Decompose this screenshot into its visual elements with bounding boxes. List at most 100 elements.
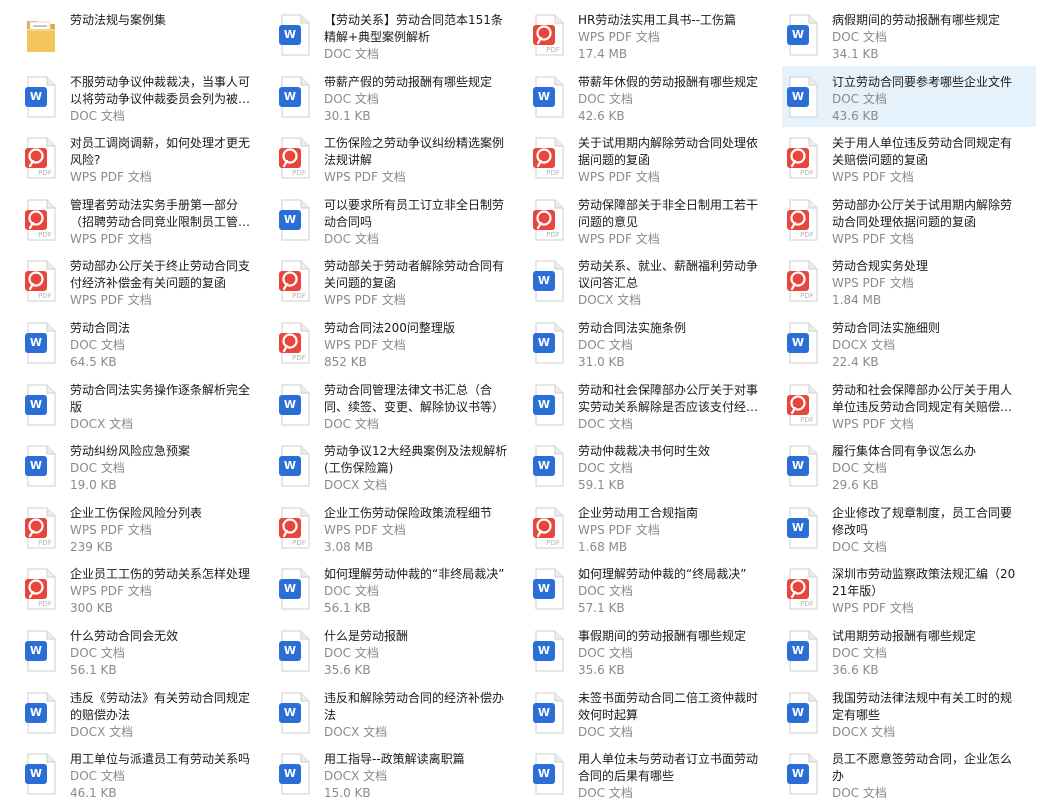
file-type: DOC 文档 — [578, 584, 633, 599]
file-item-12[interactable]: PDF 管理者劳动法实务手册第一部分（招聘劳动合同竞业限制员工管理… WPS P… — [20, 189, 274, 251]
file-item-11[interactable]: PDF 关于用人单位违反劳动合同规定有关赔偿问题的复函 WPS PDF 文档 — [782, 127, 1036, 189]
word-doc-icon: W — [786, 444, 820, 488]
file-type: WPS PDF 文档 — [832, 276, 914, 291]
file-item-48[interactable]: W 用工单位与派遣员工有劳动关系吗 DOC 文档 46.1 KB — [20, 743, 274, 805]
file-item-32[interactable]: PDF 企业工伤保险风险分列表 WPS PDF 文档 239 KB — [20, 497, 274, 559]
file-item-17[interactable]: PDF 劳动部关于劳动者解除劳动合同有关问题的复函 WPS PDF 文档 — [274, 250, 528, 312]
file-item-44[interactable]: W 违反《劳动法》有关劳动合同规定的赔偿办法 DOCX 文档 — [20, 682, 274, 744]
file-item-19[interactable]: PDF 劳动合规实务处理 WPS PDF 文档 1.84 MB — [782, 250, 1036, 312]
word-doc-icon: W — [24, 444, 58, 488]
file-item-39[interactable]: PDF 深圳市劳动监察政策法规汇编（2021年版） WPS PDF 文档 — [782, 558, 1036, 620]
word-doc-icon: W — [532, 629, 566, 673]
file-item-43[interactable]: W 试用期劳动报酬有哪些规定 DOC 文档 36.6 KB — [782, 620, 1036, 682]
file-type: WPS PDF 文档 — [324, 293, 406, 308]
svg-text:W: W — [792, 336, 804, 349]
file-item-1[interactable]: W 【劳动关系】劳动合同范本151条精解+典型案例解析 DOC 文档 — [274, 4, 528, 66]
file-item-30[interactable]: W 劳动仲裁裁决书何时生效 DOC 文档 59.1 KB — [528, 435, 782, 497]
file-name: 什么是劳动报酬 — [324, 628, 409, 643]
file-type: DOC 文档 — [324, 231, 379, 246]
svg-text:W: W — [284, 706, 296, 719]
file-item-31[interactable]: W 履行集体合同有争议怎么办 DOC 文档 29.6 KB — [782, 435, 1036, 497]
file-item-28[interactable]: W 劳动纠纷风险应急预案 DOC 文档 19.0 KB — [20, 435, 274, 497]
file-name: 劳动和社会保障部办公厅关于对事实劳动关系解除是否应该支付经济… — [578, 382, 759, 414]
file-name: 劳动部关于劳动者解除劳动合同有关问题的复函 — [324, 259, 505, 291]
file-size: 42.6 KB — [578, 108, 625, 123]
svg-text:W: W — [284, 644, 296, 657]
file-item-24[interactable]: W 劳动合同法实务操作逐条解析完全版 DOCX 文档 — [20, 374, 274, 436]
file-item-42[interactable]: W 事假期间的劳动报酬有哪些规定 DOC 文档 35.6 KB — [528, 620, 782, 682]
file-item-49[interactable]: W 用工指导--政策解读离职篇 DOCX 文档 15.0 KB — [274, 743, 528, 805]
word-doc-icon: W — [532, 321, 566, 365]
file-item-51[interactable]: W 员工不愿意签劳动合同，企业怎么办 DOC 文档 — [782, 743, 1036, 805]
file-item-46[interactable]: W 未签书面劳动合同二倍工资仲裁时效何时起算 DOC 文档 — [528, 682, 782, 744]
file-name: 劳动部办公厅关于终止劳动合同支付经济补偿金有关问题的复函 — [70, 259, 251, 291]
file-item-47[interactable]: W 我国劳动法律法规中有关工时的规定有哪些 DOCX 文档 — [782, 682, 1036, 744]
file-name: 什么劳动合同会无效 — [70, 628, 179, 643]
file-item-38[interactable]: W 如何理解劳动仲裁的“终局裁决” DOC 文档 57.1 KB — [528, 558, 782, 620]
svg-text:PDF: PDF — [38, 292, 52, 300]
file-item-18[interactable]: W 劳动关系、就业、薪酬福利劳动争议问答汇总 DOCX 文档 — [528, 250, 782, 312]
file-name: 带薪产假的劳动报酬有哪些规定 — [324, 74, 493, 89]
file-name: 劳动和社会保障部办公厅关于用人单位违反劳动合同规定有关赔偿… — [832, 382, 1013, 414]
pdf-icon: PDF — [532, 506, 566, 550]
pdf-icon: PDF — [786, 567, 820, 611]
file-item-13[interactable]: W 可以要求所有员工订立非全日制劳动合同吗 DOC 文档 — [274, 189, 528, 251]
file-item-0[interactable]: 劳动法规与案例集 — [20, 4, 274, 66]
file-item-8[interactable]: PDF 对员工调岗调薪，如何处理才更无风险? WPS PDF 文档 — [20, 127, 274, 189]
file-name: 未签书面劳动合同二倍工资仲裁时效何时起算 — [578, 690, 759, 722]
file-item-35[interactable]: W 企业修改了规章制度，员工合同要修改吗 DOC 文档 — [782, 497, 1036, 559]
file-item-22[interactable]: W 劳动合同法实施条例 DOC 文档 31.0 KB — [528, 312, 782, 374]
file-item-20[interactable]: W 劳动合同法 DOC 文档 64.5 KB — [20, 312, 274, 374]
file-item-37[interactable]: W 如何理解劳动仲裁的“非终局裁决” DOC 文档 56.1 KB — [274, 558, 528, 620]
file-item-10[interactable]: PDF 关于试用期内解除劳动合同处理依据问题的复函 WPS PDF 文档 — [528, 127, 782, 189]
file-item-36[interactable]: PDF 企业员工工伤的劳动关系怎样处理 WPS PDF 文档 300 KB — [20, 558, 274, 620]
word-docx-icon: W — [24, 691, 58, 735]
file-item-21[interactable]: PDF 劳动合同法200问整理版 WPS PDF 文档 852 KB — [274, 312, 528, 374]
file-item-33[interactable]: PDF 企业工伤劳动保险政策流程细节 WPS PDF 文档 3.08 MB — [274, 497, 528, 559]
file-item-9[interactable]: PDF 工伤保险之劳动争议纠纷精选案例法规讲解 WPS PDF 文档 — [274, 127, 528, 189]
word-doc-icon: W — [532, 691, 566, 735]
file-item-25[interactable]: W 劳动合同管理法律文书汇总（合同、续签、变更、解除协议书等） DOC 文档 — [274, 374, 528, 436]
word-doc-icon: W — [24, 752, 58, 796]
svg-text:W: W — [30, 398, 42, 411]
file-item-16[interactable]: PDF 劳动部办公厅关于终止劳动合同支付经济补偿金有关问题的复函 WPS PDF… — [20, 250, 274, 312]
svg-text:W: W — [792, 644, 804, 657]
pdf-icon: PDF — [24, 259, 58, 303]
svg-text:PDF: PDF — [800, 600, 814, 608]
file-item-40[interactable]: W 什么劳动合同会无效 DOC 文档 56.1 KB — [20, 620, 274, 682]
svg-text:W: W — [30, 767, 42, 780]
file-item-4[interactable]: W 不服劳动争议仲裁裁决，当事人可以将劳动争议仲裁委员会列为被… DOC 文档 — [20, 66, 274, 128]
file-item-23[interactable]: W 劳动合同法实施细则 DOCX 文档 22.4 KB — [782, 312, 1036, 374]
file-type: WPS PDF 文档 — [578, 231, 660, 246]
file-item-29[interactable]: W 劳动争议12大经典案例及法规解析(工伤保险篇) DOCX 文档 — [274, 435, 528, 497]
file-item-7[interactable]: W 订立劳动合同要参考哪些企业文件 DOC 文档 43.6 KB — [782, 65, 1036, 128]
file-item-45[interactable]: W 违反和解除劳动合同的经济补偿办法 DOCX 文档 — [274, 682, 528, 744]
file-type: DOCX 文档 — [324, 478, 388, 493]
pdf-icon: PDF — [278, 259, 312, 303]
file-item-26[interactable]: W 劳动和社会保障部办公厅关于对事实劳动关系解除是否应该支付经济… DOC 文档 — [528, 374, 782, 436]
svg-text:PDF: PDF — [38, 539, 52, 547]
file-item-5[interactable]: W 带薪产假的劳动报酬有哪些规定 DOC 文档 30.1 KB — [274, 66, 528, 128]
file-item-14[interactable]: PDF 劳动保障部关于非全日制用工若干问题的意见 WPS PDF 文档 — [528, 189, 782, 251]
file-item-41[interactable]: W 什么是劳动报酬 DOC 文档 35.6 KB — [274, 620, 528, 682]
file-item-50[interactable]: W 用人单位未与劳动者订立书面劳动合同的后果有哪些 DOC 文档 — [528, 743, 782, 805]
file-item-15[interactable]: PDF 劳动部办公厅关于试用期内解除劳动合同处理依据问题的复函 WPS PDF … — [782, 189, 1036, 251]
file-item-2[interactable]: PDF HR劳动法实用工具书--工伤篇 WPS PDF 文档 17.4 MB — [528, 4, 782, 66]
file-name: 【劳动关系】劳动合同范本151条精解+典型案例解析 — [324, 13, 503, 44]
word-doc-icon: W — [786, 13, 820, 57]
file-size: 56.1 KB — [324, 601, 371, 616]
file-item-3[interactable]: W 病假期间的劳动报酬有哪些规定 DOC 文档 34.1 KB — [782, 4, 1036, 66]
file-size: 43.6 KB — [832, 108, 879, 123]
file-item-34[interactable]: PDF 企业劳动用工合规指南 WPS PDF 文档 1.68 MB — [528, 497, 782, 559]
file-size: 30.1 KB — [324, 108, 371, 123]
file-name: 企业劳动用工合规指南 — [578, 505, 699, 520]
file-type: DOC 文档 — [832, 461, 887, 476]
file-size: 57.1 KB — [578, 601, 625, 616]
word-doc-icon: W — [532, 444, 566, 488]
file-item-27[interactable]: PDF 劳动和社会保障部办公厅关于用人单位违反劳动合同规定有关赔偿… WPS P… — [782, 374, 1036, 436]
word-docx-icon: W — [278, 444, 312, 488]
file-item-6[interactable]: W 带薪年休假的劳动报酬有哪些规定 DOC 文档 42.6 KB — [528, 66, 782, 128]
svg-text:PDF: PDF — [292, 539, 306, 547]
file-type: WPS PDF 文档 — [324, 170, 406, 185]
svg-text:W: W — [30, 644, 42, 657]
